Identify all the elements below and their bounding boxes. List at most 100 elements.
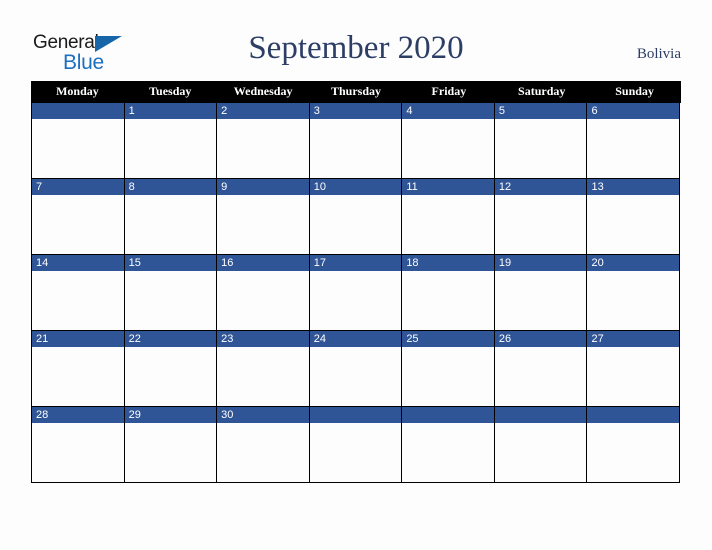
day-cell[interactable] [402, 407, 495, 483]
day-cell[interactable]: 21 [32, 331, 125, 407]
day-number-band: 30 [217, 407, 309, 423]
day-number-band: 12 [494, 179, 587, 195]
day-cell[interactable]: 24 [309, 331, 403, 407]
day-notes-area[interactable] [402, 423, 494, 482]
day-number-band: 26 [494, 331, 587, 347]
day-number: 23 [221, 333, 234, 345]
day-number: 6 [591, 105, 598, 117]
page-header: General Blue September 2020 Bolivia [0, 0, 712, 81]
day-cell[interactable]: 8 [124, 179, 218, 255]
day-notes-area[interactable] [32, 347, 124, 406]
day-number: 19 [498, 257, 512, 269]
day-number-band: 25 [402, 331, 494, 347]
day-cell[interactable] [494, 407, 588, 483]
day-number-band [402, 407, 494, 423]
day-cell[interactable]: 22 [124, 331, 218, 407]
day-cell[interactable]: 28 [32, 407, 125, 483]
day-cell[interactable]: 19 [494, 255, 588, 331]
day-cell[interactable]: 26 [494, 331, 588, 407]
day-number-band: 2 [217, 103, 309, 119]
day-notes-area[interactable] [32, 271, 124, 330]
day-number-band: 29 [124, 407, 217, 423]
day-notes-area[interactable] [402, 195, 494, 254]
day-notes-area[interactable] [494, 423, 587, 482]
day-cell[interactable]: 6 [587, 103, 681, 179]
day-number-band: 11 [402, 179, 494, 195]
day-notes-area[interactable] [124, 195, 217, 254]
day-cell[interactable]: 30 [217, 407, 310, 483]
day-cell[interactable]: 18 [402, 255, 495, 331]
day-number-band [587, 407, 680, 423]
day-cell[interactable]: 25 [402, 331, 495, 407]
day-cell[interactable]: 16 [217, 255, 310, 331]
day-notes-area[interactable] [402, 271, 494, 330]
day-cell[interactable]: 15 [124, 255, 218, 331]
day-number: 21 [36, 333, 49, 345]
day-number: 14 [36, 257, 49, 269]
day-cell[interactable]: 27 [587, 331, 681, 407]
day-notes-area[interactable] [217, 271, 309, 330]
day-notes-area[interactable] [494, 195, 587, 254]
day-notes-area[interactable] [32, 119, 124, 178]
day-number: 29 [128, 409, 141, 421]
day-cell[interactable]: 23 [217, 331, 310, 407]
day-notes-area[interactable] [402, 347, 494, 406]
day-notes-area[interactable] [587, 347, 680, 406]
day-cell[interactable]: 14 [32, 255, 125, 331]
day-notes-area[interactable] [494, 119, 587, 178]
day-number-band: 24 [309, 331, 402, 347]
calendar-weeks: 1 2 3 4 5 6 7 8 9 10 11 12 13 14 15 16 1… [31, 102, 681, 483]
day-notes-area[interactable] [124, 119, 217, 178]
day-cell[interactable] [309, 407, 403, 483]
day-cell[interactable]: 4 [402, 103, 495, 179]
day-cell[interactable] [587, 407, 681, 483]
day-cell[interactable]: 5 [494, 103, 588, 179]
day-number-band: 22 [124, 331, 217, 347]
day-notes-area[interactable] [124, 271, 217, 330]
day-notes-area[interactable] [217, 195, 309, 254]
day-notes-area[interactable] [309, 271, 402, 330]
day-cell[interactable]: 9 [217, 179, 310, 255]
day-cell[interactable]: 3 [309, 103, 403, 179]
day-notes-area[interactable] [309, 423, 402, 482]
day-cell[interactable]: 13 [587, 179, 681, 255]
day-number-band: 19 [494, 255, 587, 271]
day-cell[interactable]: 29 [124, 407, 218, 483]
day-notes-area[interactable] [309, 347, 402, 406]
day-notes-area[interactable] [587, 271, 680, 330]
day-number-band: 23 [217, 331, 309, 347]
day-number-band: 3 [309, 103, 402, 119]
day-number: 18 [406, 257, 419, 269]
day-number-band: 13 [587, 179, 680, 195]
day-notes-area[interactable] [494, 271, 587, 330]
day-notes-area[interactable] [587, 423, 680, 482]
day-notes-area[interactable] [587, 119, 680, 178]
day-notes-area[interactable] [587, 195, 680, 254]
day-notes-area[interactable] [124, 423, 217, 482]
day-notes-area[interactable] [32, 195, 124, 254]
day-notes-area[interactable] [124, 347, 217, 406]
day-number: 7 [36, 181, 43, 193]
day-notes-area[interactable] [217, 423, 309, 482]
day-notes-area[interactable] [494, 347, 587, 406]
day-notes-area[interactable] [217, 119, 309, 178]
day-number: 5 [498, 105, 506, 117]
day-cell[interactable]: 1 [124, 103, 218, 179]
day-number-band: 10 [309, 179, 402, 195]
day-number: 3 [313, 105, 320, 117]
day-cell[interactable]: 2 [217, 103, 310, 179]
day-notes-area[interactable] [402, 119, 494, 178]
day-cell[interactable]: 7 [32, 179, 125, 255]
brand-logo[interactable]: General Blue [33, 33, 153, 77]
day-cell[interactable]: 17 [309, 255, 403, 331]
day-notes-area[interactable] [309, 195, 402, 254]
day-cell[interactable]: 10 [309, 179, 403, 255]
day-cell[interactable] [32, 103, 125, 179]
day-cell[interactable]: 20 [587, 255, 681, 331]
day-notes-area[interactable] [309, 119, 402, 178]
day-notes-area[interactable] [32, 423, 124, 482]
day-notes-area[interactable] [217, 347, 309, 406]
day-cell[interactable]: 12 [494, 179, 588, 255]
day-of-week-header: Monday Tuesday Wednesday Thursday Friday… [31, 81, 681, 102]
day-cell[interactable]: 11 [402, 179, 495, 255]
